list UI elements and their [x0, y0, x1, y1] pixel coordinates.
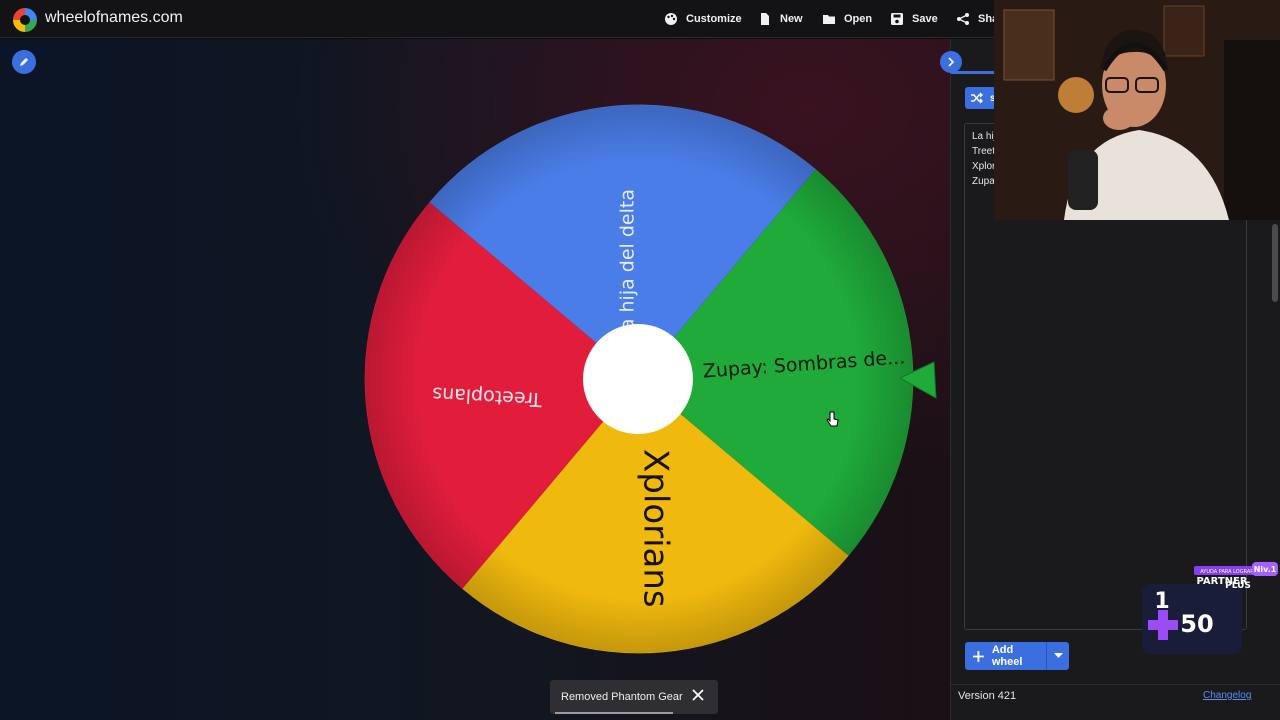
- customize-label: Customize: [686, 13, 742, 25]
- sidebar-scrollbar[interactable]: [1272, 224, 1278, 302]
- wheel-hub[interactable]: [583, 324, 693, 434]
- changelog-link[interactable]: Changelog: [1203, 690, 1251, 701]
- chevron-right-icon: [948, 57, 955, 67]
- overlay-level: Niv.1: [1254, 565, 1277, 574]
- webcam-feed: [994, 0, 1280, 220]
- partner-plus-graphic: AYUDA PARA LOGRAR Niv.1 PARTNER PLUS 1 5…: [1142, 562, 1278, 654]
- sidebar-footer-divider: [951, 684, 1280, 685]
- open-label: Open: [844, 13, 873, 25]
- file-icon: [761, 13, 769, 25]
- wheel-logo-icon[interactable]: [13, 8, 37, 32]
- wheel-svg: La hija del delta Zupay: Sombras de... X…: [364, 104, 914, 654]
- plus-icon: [973, 650, 984, 662]
- shuffle-icon: [971, 92, 983, 104]
- overlay-badge-top: AYUDA PARA LOGRAR: [1200, 569, 1254, 575]
- overlay-count-b: 50: [1180, 610, 1213, 638]
- close-icon[interactable]: [692, 689, 704, 701]
- share-icon: [957, 13, 969, 25]
- add-wheel-button[interactable]: Add wheel: [965, 642, 1069, 670]
- collapse-sidebar-button[interactable]: [940, 51, 962, 73]
- wheel-pointer-icon: [898, 361, 937, 399]
- new-label: New: [780, 13, 803, 25]
- hand-cursor-icon: [826, 411, 839, 427]
- toast-notification: Removed Phantom Gear: [550, 680, 718, 714]
- open-button[interactable]: Open: [822, 10, 872, 28]
- partner-plus-overlay: AYUDA PARA LOGRAR Niv.1 PARTNER PLUS 1 5…: [1134, 560, 1280, 660]
- folder-icon: [823, 15, 835, 24]
- site-title[interactable]: wheelofnames.com: [45, 9, 183, 27]
- overlay-plus-text: PLUS: [1225, 581, 1251, 591]
- slice-label-blue: La hija del delta: [617, 189, 639, 341]
- caret-down-icon: [1053, 653, 1063, 658]
- webcam-image: [994, 0, 1280, 220]
- add-wheel-dropdown[interactable]: [1047, 642, 1069, 670]
- toast-progress-bar: [555, 712, 673, 714]
- save-button[interactable]: Save: [890, 10, 938, 28]
- version-text: Version 421: [958, 690, 1017, 702]
- edit-pencil-button[interactable]: [12, 50, 36, 74]
- palette-icon: [665, 13, 677, 25]
- pencil-icon: [20, 58, 28, 66]
- name-wheel[interactable]: La hija del delta Zupay: Sombras de... X…: [364, 104, 914, 654]
- save-label: Save: [912, 13, 938, 25]
- slice-label-yellow: Xplorians: [636, 449, 676, 608]
- add-wheel-label: Add wheel: [991, 644, 1023, 668]
- customize-button[interactable]: Customize: [664, 10, 742, 28]
- new-button[interactable]: New: [758, 10, 803, 28]
- toast-message: Removed Phantom Gear: [561, 691, 683, 703]
- share-button[interactable]: Sha: [956, 10, 998, 28]
- save-disk-icon: [891, 13, 903, 25]
